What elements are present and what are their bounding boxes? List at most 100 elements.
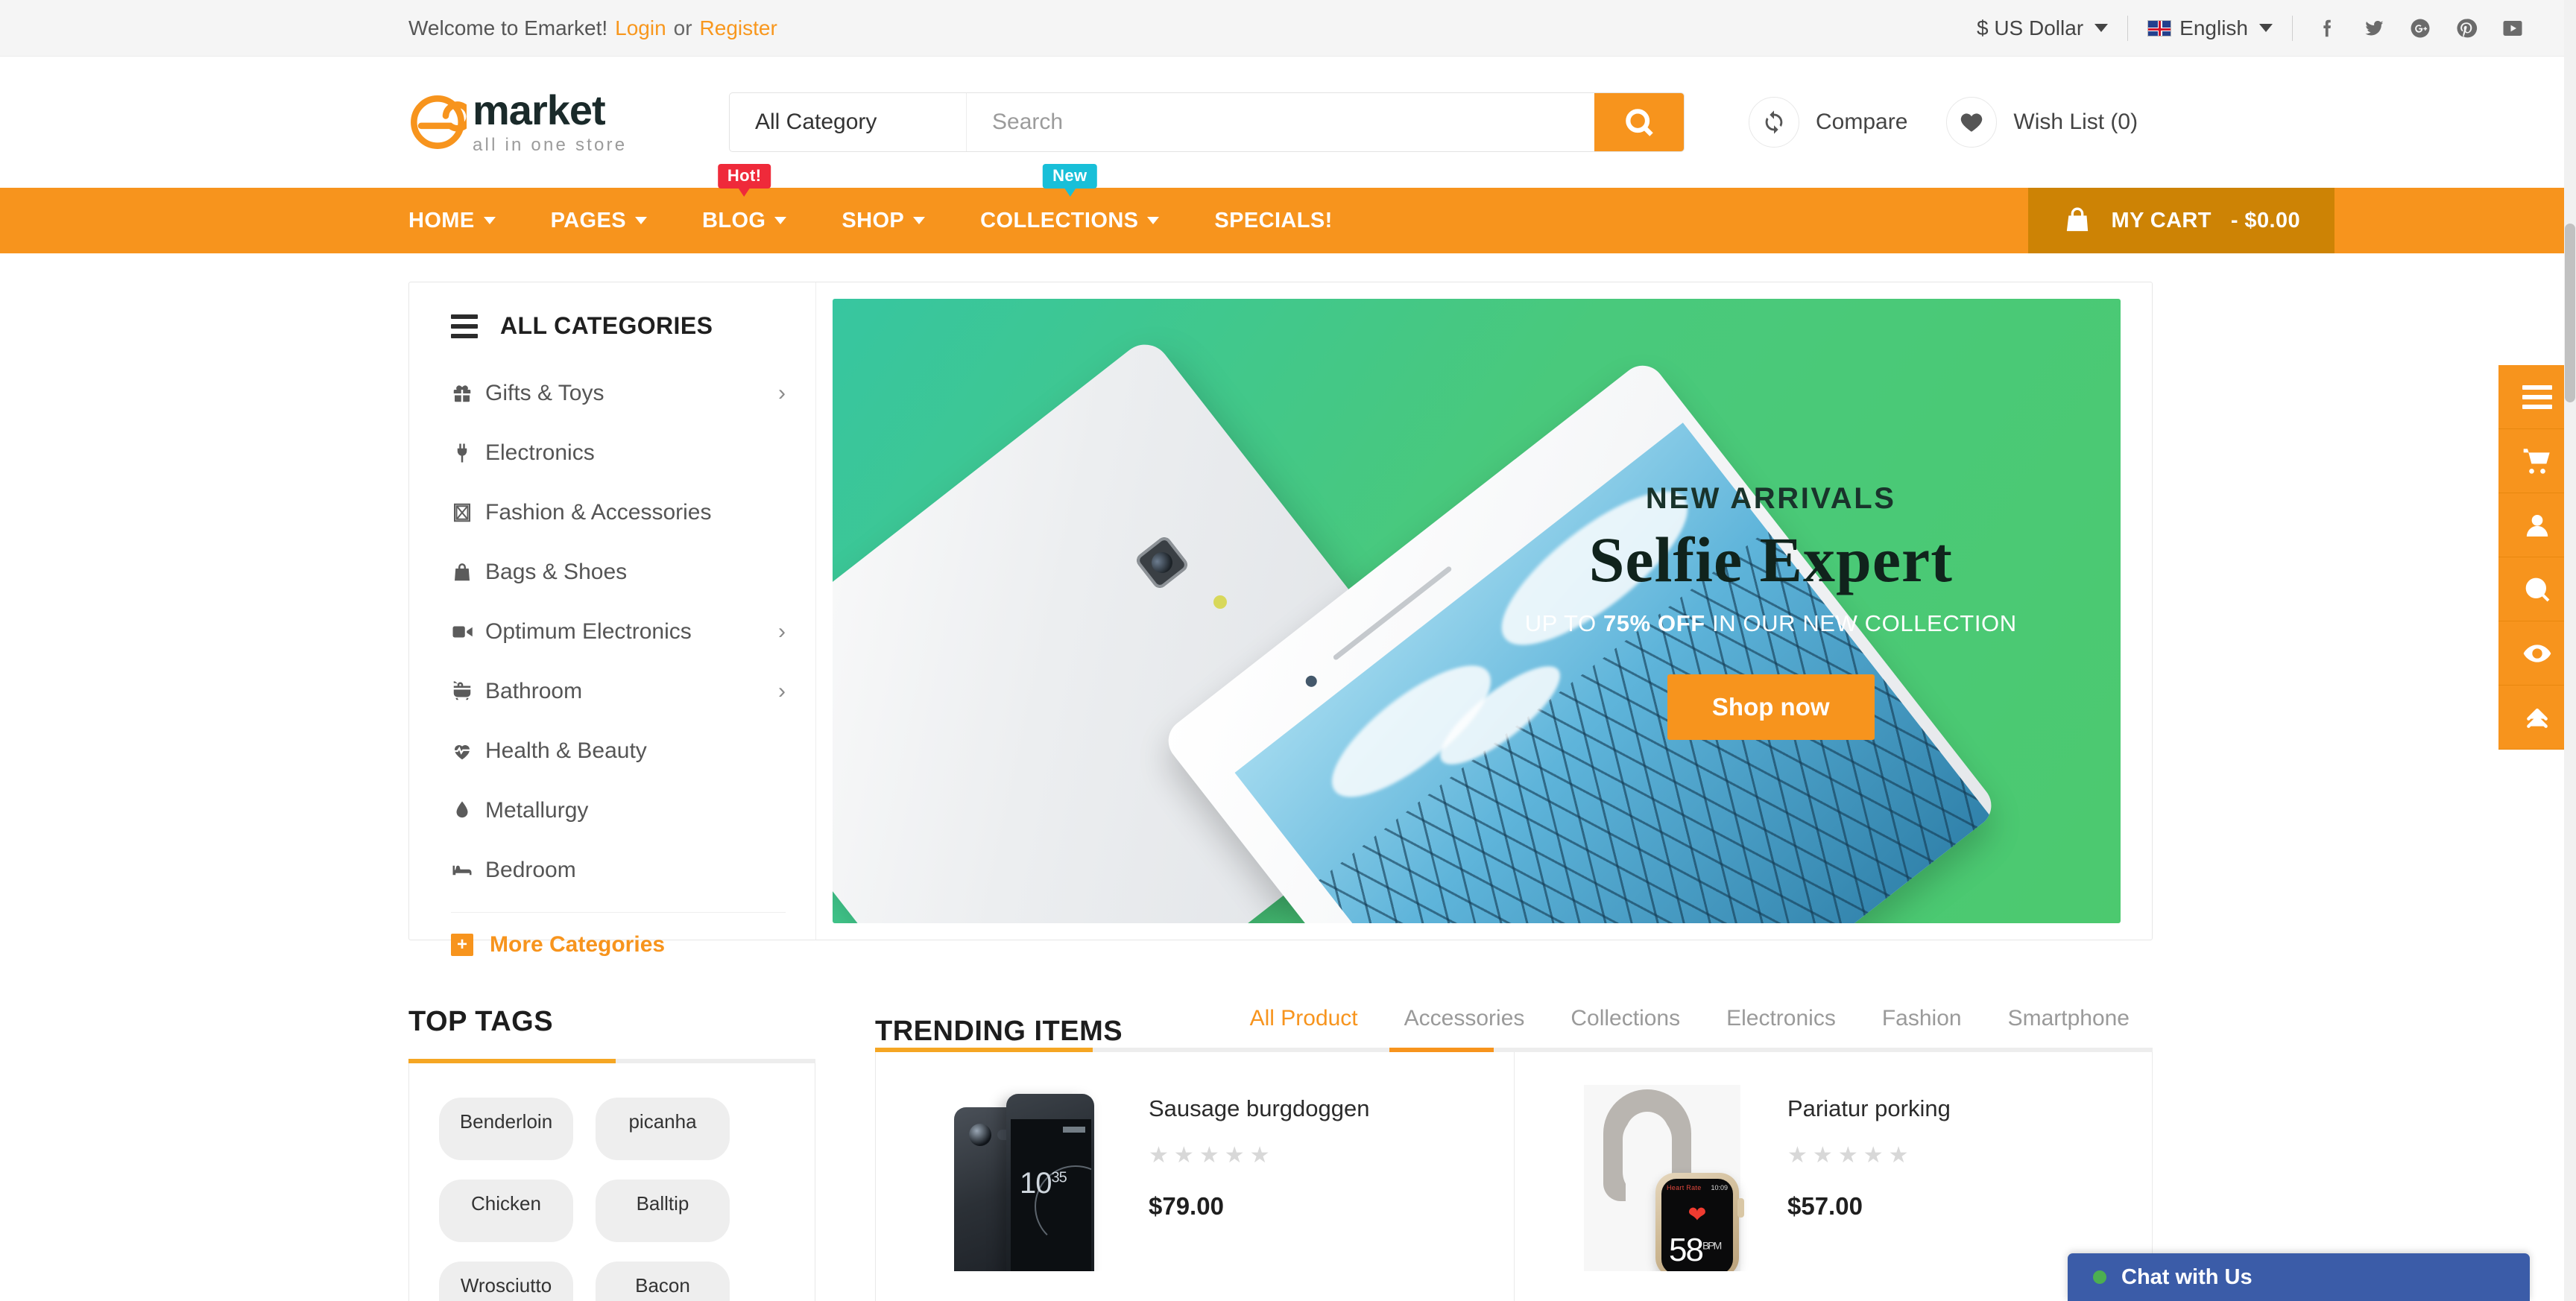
tag-item[interactable]: Chicken (439, 1180, 573, 1242)
eye-icon (2523, 644, 2551, 662)
search-category-select[interactable]: All Category (730, 93, 967, 151)
pinterest-icon[interactable] (2452, 14, 2481, 42)
search-input[interactable] (967, 93, 1594, 151)
product-image: Heart Rate 10:09 ❤ 58BPM (1544, 1085, 1780, 1271)
category-bags-shoes[interactable]: Bags & Shoes (409, 542, 815, 602)
star-icon: ★ (1888, 1143, 1909, 1168)
plug-icon (451, 442, 485, 464)
login-link[interactable]: Login (615, 16, 666, 40)
category-fashion-accessories[interactable]: Fashion & Accessories (409, 483, 815, 542)
phone-display: 1035 (1011, 1119, 1091, 1271)
category-electronics[interactable]: Electronics (409, 423, 815, 483)
nav-item-specials[interactable]: SPECIALS! (1187, 188, 1360, 253)
my-cart-button[interactable]: MY CART - $0.00 (2027, 188, 2334, 253)
facebook-icon[interactable] (2314, 14, 2342, 42)
category-bedroom[interactable]: Bedroom (409, 841, 815, 900)
search-icon (1626, 109, 1653, 136)
tab-collections[interactable]: Collections (1547, 1006, 1703, 1048)
hero-kicker: NEW ARRIVALS (1645, 481, 1896, 515)
tag-item[interactable]: picanha (596, 1098, 730, 1160)
chevron-down-icon (2094, 24, 2109, 32)
tag-item[interactable]: Bacon (596, 1262, 730, 1301)
hero-sub-highlight: 75% OFF (1603, 610, 1705, 637)
nav-item-blog[interactable]: Hot! BLOG (675, 164, 814, 253)
menu-icon (2522, 384, 2552, 409)
currency-selector[interactable]: $ US Dollar (1957, 16, 2127, 40)
tab-accessories[interactable]: Accessories (1381, 1006, 1548, 1048)
product-image: 1035 (906, 1085, 1141, 1271)
emarket-e-icon (408, 93, 473, 151)
badge-hot: Hot! (717, 164, 771, 189)
category-label: Bags & Shoes (485, 560, 628, 584)
nav-label: SPECIALS! (1214, 208, 1333, 232)
camera-icon (969, 1124, 991, 1146)
chevron-down-icon (1147, 217, 1160, 224)
product-info: Sausage burgdoggen ★ ★ ★ ★ ★ $79.00 (1149, 1085, 1484, 1221)
watch-app-label: Heart Rate (1667, 1184, 1702, 1191)
category-optimum-electronics[interactable]: Optimum Electronics › (409, 602, 815, 662)
nav-label: PAGES (550, 208, 626, 232)
google-plus-icon[interactable] (2406, 14, 2434, 42)
chevron-down-icon (635, 217, 647, 224)
shop-now-button[interactable]: Shop now (1667, 674, 1875, 741)
nav-item-pages[interactable]: PAGES (523, 188, 675, 253)
category-bathroom[interactable]: Bathroom › (409, 662, 815, 721)
category-metallurgy[interactable]: Metallurgy (409, 781, 815, 841)
tab-smartphone[interactable]: Smartphone (1985, 1006, 2153, 1048)
product-name[interactable]: Sausage burgdoggen (1149, 1095, 1484, 1122)
nav-item-shop[interactable]: SHOP (814, 188, 953, 253)
tab-fashion[interactable]: Fashion (1859, 1006, 1985, 1048)
scrollbar-thumb[interactable] (2565, 224, 2575, 402)
tab-electronics[interactable]: Electronics (1703, 1006, 1859, 1048)
hero-title: Selfie Expert (1588, 523, 1953, 595)
tag-item[interactable]: Balltip (596, 1180, 730, 1242)
more-categories-button[interactable]: + More Categories (451, 912, 786, 957)
nav-label: COLLECTIONS (980, 208, 1139, 232)
product-rating[interactable]: ★ ★ ★ ★ ★ (1149, 1145, 1484, 1167)
bed-icon (451, 859, 485, 881)
product-grid: 1035 Sausage burgdoggen ★ ★ ★ ★ ★ $79.00… (875, 1052, 2153, 1301)
tag-item[interactable]: Wrosciutto (439, 1262, 573, 1301)
top-tags-section: TOP TAGS Benderloin picanha Chicken Ball… (408, 1006, 815, 1301)
user-icon (2526, 514, 2548, 536)
top-tags-title: TOP TAGS (408, 1006, 554, 1037)
product-rating[interactable]: ★ ★ ★ ★ ★ (1787, 1145, 2122, 1167)
product-card[interactable]: 1035 Sausage burgdoggen ★ ★ ★ ★ ★ $79.00 (875, 1052, 1514, 1301)
youtube-icon[interactable] (2498, 14, 2527, 42)
compare-icon (1749, 97, 1799, 148)
page-scrollbar[interactable] (2564, 0, 2576, 1301)
tag-item[interactable]: Benderloin (439, 1098, 573, 1160)
compare-button[interactable]: Compare (1729, 97, 1927, 148)
nav-item-collections[interactable]: New COLLECTIONS (953, 164, 1187, 253)
watch-case: Heart Rate 10:09 ❤ 58BPM (1655, 1173, 1744, 1271)
heartbeat-icon (451, 740, 485, 762)
twitter-icon[interactable] (2360, 14, 2388, 42)
category-gifts-toys[interactable]: Gifts & Toys › (409, 364, 815, 423)
hero-slide[interactable]: OPPO NEW ARRIVALS Selfie Exp (833, 299, 2121, 923)
section-underline (408, 1059, 815, 1063)
badge-new: New (1043, 164, 1097, 189)
top-bar-right: $ US Dollar English (1957, 14, 2527, 42)
hero-sub-prefix: UP TO (1524, 610, 1603, 637)
nav-label: HOME (408, 208, 475, 232)
register-link[interactable]: Register (700, 16, 777, 40)
category-health-beauty[interactable]: Health & Beauty (409, 721, 815, 781)
chat-widget[interactable]: Chat with Us (2068, 1253, 2530, 1301)
hero-sub-suffix: IN OUR NEW COLLECTION (1705, 610, 2017, 637)
category-label: Metallurgy (485, 798, 589, 823)
product-name[interactable]: Pariatur porking (1787, 1095, 2122, 1122)
wishlist-button[interactable]: Wish List (0) (1927, 97, 2157, 148)
star-icon: ★ (1199, 1143, 1219, 1168)
chat-label: Chat with Us (2121, 1264, 2253, 1289)
nav-item-home[interactable]: HOME (408, 188, 523, 253)
online-status-icon (2093, 1270, 2106, 1284)
product-card[interactable]: Heart Rate 10:09 ❤ 58BPM Pariatur porkin… (1514, 1052, 2153, 1301)
search-button[interactable] (1594, 93, 1684, 151)
logo[interactable]: market all in one store (408, 89, 729, 156)
cart-label: MY CART (2111, 208, 2212, 232)
tab-all-product[interactable]: All Product (1227, 1006, 1381, 1048)
category-label: Health & Beauty (485, 738, 647, 763)
language-selector[interactable]: English (2128, 16, 2292, 40)
all-categories-header[interactable]: ALL CATEGORIES (409, 282, 815, 364)
fashion-icon (451, 501, 485, 524)
